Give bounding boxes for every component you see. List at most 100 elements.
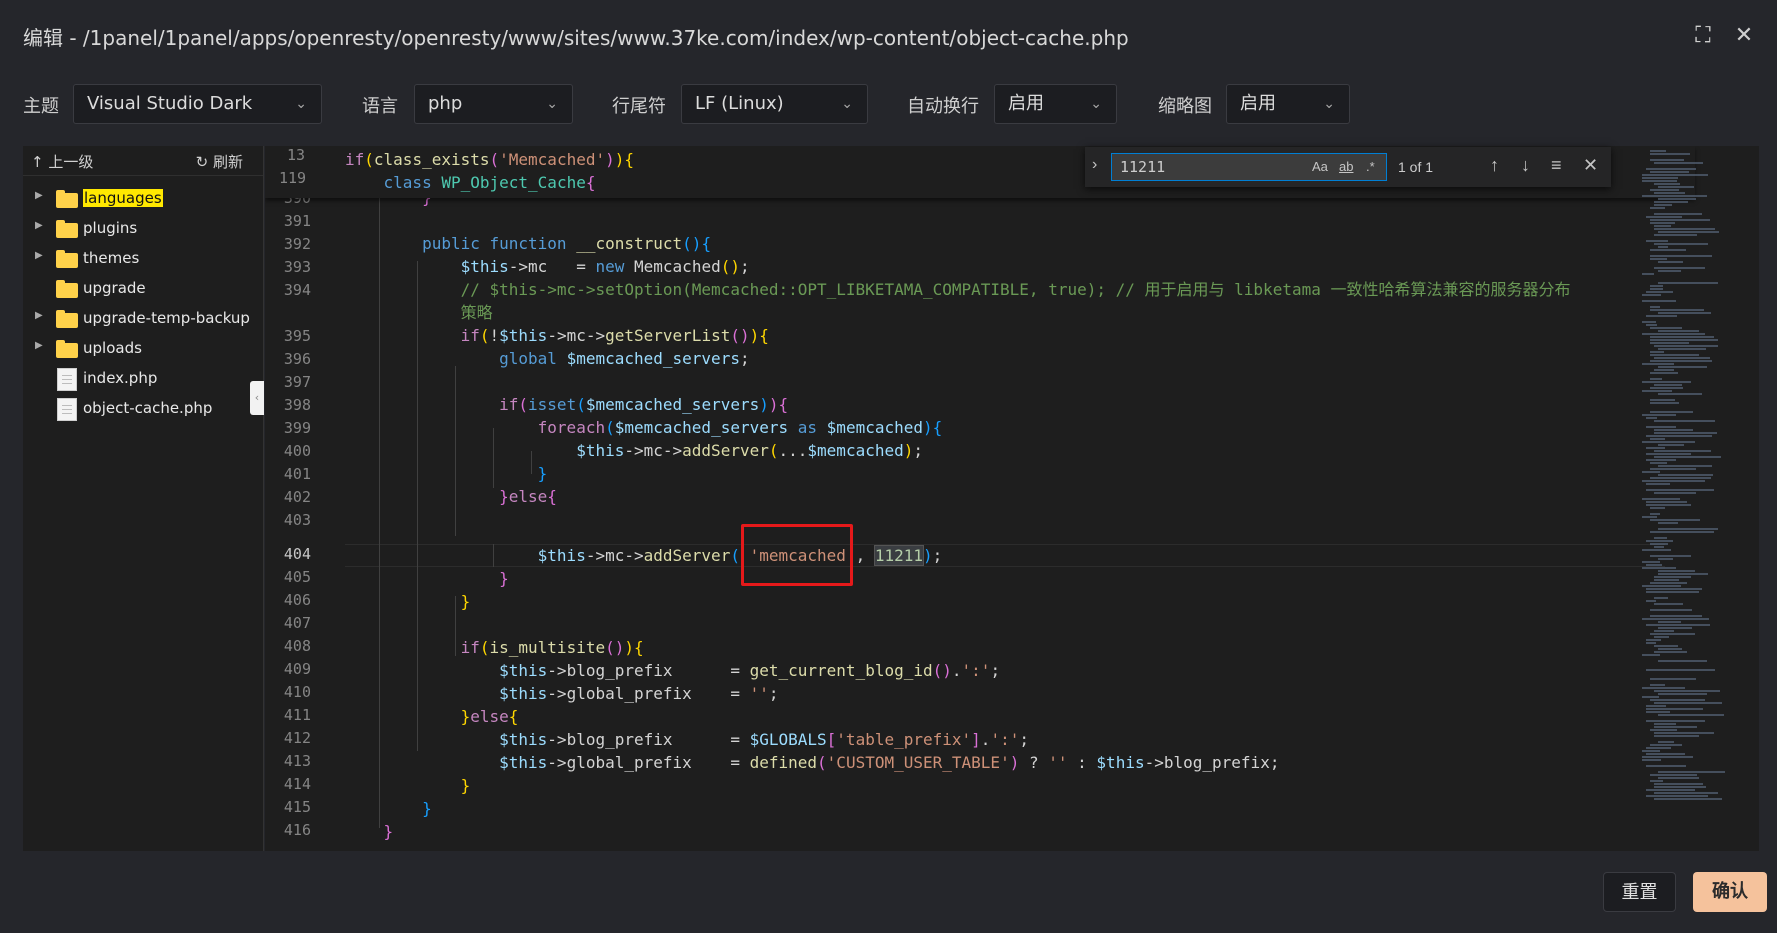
close-icon[interactable]: ✕ xyxy=(1732,24,1756,48)
match-case-toggle[interactable]: Aa xyxy=(1312,159,1328,174)
minimap-line xyxy=(1650,729,1677,731)
minimap-line xyxy=(1646,795,1708,797)
code-line: } xyxy=(383,822,394,841)
minimap-line xyxy=(1658,186,1694,188)
line-number: 411 xyxy=(283,706,311,724)
fullscreen-icon[interactable]: ⛶ xyxy=(1691,24,1715,48)
minimap-line xyxy=(1646,291,1673,293)
refresh-button[interactable]: ↻ 刷新 xyxy=(196,151,243,172)
chevron-right-icon[interactable]: ▶ xyxy=(35,250,43,261)
tree-item-plugins[interactable]: ▶ plugins xyxy=(23,214,263,244)
code-line: global $memcached_servers; xyxy=(499,349,750,368)
tree-item-label: index.php xyxy=(83,369,158,387)
chevron-right-icon[interactable]: ▶ xyxy=(35,310,43,321)
tree-item-label: upgrade xyxy=(83,279,146,297)
minimap-line xyxy=(1654,234,1697,236)
minimap-line xyxy=(1654,243,1708,245)
tree-item-index-php[interactable]: index.php xyxy=(23,364,263,394)
minimap-line xyxy=(1646,447,1665,449)
minimap-line xyxy=(1650,222,1675,224)
code-line: } xyxy=(499,569,509,588)
go-up-button[interactable]: ↑ 上一级 xyxy=(31,151,93,172)
line-number: 406 xyxy=(283,591,311,609)
minimap[interactable] xyxy=(1634,146,1759,851)
minimap-line xyxy=(1654,192,1685,194)
minimap-line xyxy=(1658,393,1702,395)
minimap-line xyxy=(1646,765,1686,767)
minimap-line xyxy=(1654,537,1667,539)
minimap-line xyxy=(1658,693,1707,695)
minimap-line xyxy=(1642,585,1681,587)
tree-item-object-cache-php[interactable]: object-cache.php xyxy=(23,394,263,424)
folder-icon xyxy=(56,220,78,238)
toggle-replace-icon[interactable]: › xyxy=(1092,156,1097,174)
code-area[interactable]: } public function __construct(){ $this->… xyxy=(345,146,1675,851)
minimap-line xyxy=(1642,177,1678,179)
minimap-line xyxy=(1650,678,1696,680)
minimap-line xyxy=(1650,399,1675,401)
match-count: 1 of 1 xyxy=(1398,159,1434,175)
minimap-line xyxy=(1658,366,1707,368)
minimap-line xyxy=(1650,519,1700,521)
tree-item-uploads[interactable]: ▶ uploads xyxy=(23,334,263,364)
minimap-line xyxy=(1642,567,1676,569)
tree-item-label: themes xyxy=(83,249,140,267)
eol-select[interactable]: LF (Linux) ⌄ xyxy=(681,84,868,124)
minimap-line xyxy=(1658,771,1725,773)
find-in-selection-icon[interactable]: ≡ xyxy=(1551,155,1562,176)
minimap-line xyxy=(1654,546,1664,548)
minimap-line xyxy=(1642,414,1676,416)
chevron-right-icon[interactable]: ▶ xyxy=(35,220,43,231)
language-select-value: php xyxy=(428,93,463,114)
minimap-line xyxy=(1646,708,1703,710)
close-find-icon[interactable]: ✕ xyxy=(1583,155,1598,176)
code-line: $this->global_prefix = defined('CUSTOM_U… xyxy=(499,753,1280,772)
minimap-line xyxy=(1654,369,1674,371)
minimap-line xyxy=(1650,633,1695,635)
whole-word-toggle[interactable]: ab xyxy=(1339,159,1353,174)
minimap-line xyxy=(1642,363,1674,365)
next-match-icon[interactable]: ↓ xyxy=(1521,155,1530,176)
minimap-line xyxy=(1650,150,1666,152)
tree-item-upgrade-temp-backup[interactable]: ▶ upgrade-temp-backup xyxy=(23,304,263,334)
reset-button[interactable]: 重置 xyxy=(1603,872,1676,912)
minimap-line xyxy=(1650,774,1697,776)
minimap-line xyxy=(1658,231,1719,233)
collapse-tree-handle[interactable]: ‹ xyxy=(250,381,264,415)
minimap-line xyxy=(1658,474,1713,476)
minimap-line xyxy=(1650,354,1699,356)
code-editor[interactable]: 13 119 390 391 392 393 394 395 396 397 3… xyxy=(265,146,1759,851)
minimap-line xyxy=(1650,327,1682,329)
folder-icon xyxy=(56,340,78,358)
minimap-line xyxy=(1650,531,1714,533)
code-line: if(is_multisite()){ xyxy=(460,638,644,657)
find-input[interactable]: 11211 Aa ab .* xyxy=(1111,153,1387,181)
minimap-select[interactable]: 启用 ⌄ xyxy=(1226,84,1350,124)
minimap-line xyxy=(1654,726,1697,728)
confirm-button[interactable]: 确认 xyxy=(1693,872,1767,912)
wrap-select[interactable]: 启用 ⌄ xyxy=(994,84,1117,124)
minimap-line xyxy=(1642,195,1707,197)
chevron-right-icon[interactable]: ▶ xyxy=(35,340,43,351)
minimap-line xyxy=(1650,609,1692,611)
minimap-line xyxy=(1654,645,1678,647)
minimap-line xyxy=(1650,615,1702,617)
previous-match-icon[interactable]: ↑ xyxy=(1490,155,1499,176)
line-number: 407 xyxy=(283,614,311,632)
theme-select[interactable]: Visual Studio Dark ⌄ xyxy=(73,84,322,124)
tree-item-themes[interactable]: ▶ themes xyxy=(23,244,263,274)
minimap-line xyxy=(1658,570,1695,572)
minimap-line xyxy=(1658,558,1673,560)
minimap-line xyxy=(1646,669,1715,671)
folder-icon xyxy=(56,310,78,328)
minimap-line xyxy=(1642,300,1676,302)
annotation-highlight-box xyxy=(741,524,853,586)
line-number: 408 xyxy=(283,637,311,655)
minimap-line xyxy=(1650,387,1683,389)
language-select[interactable]: php ⌄ xyxy=(414,84,573,124)
tree-item-upgrade[interactable]: upgrade xyxy=(23,274,263,304)
chevron-right-icon[interactable]: ▶ xyxy=(35,190,43,201)
tree-item-languages[interactable]: ▶ languages xyxy=(23,184,263,214)
minimap-line xyxy=(1658,330,1699,332)
regex-toggle[interactable]: .* xyxy=(1366,159,1375,174)
